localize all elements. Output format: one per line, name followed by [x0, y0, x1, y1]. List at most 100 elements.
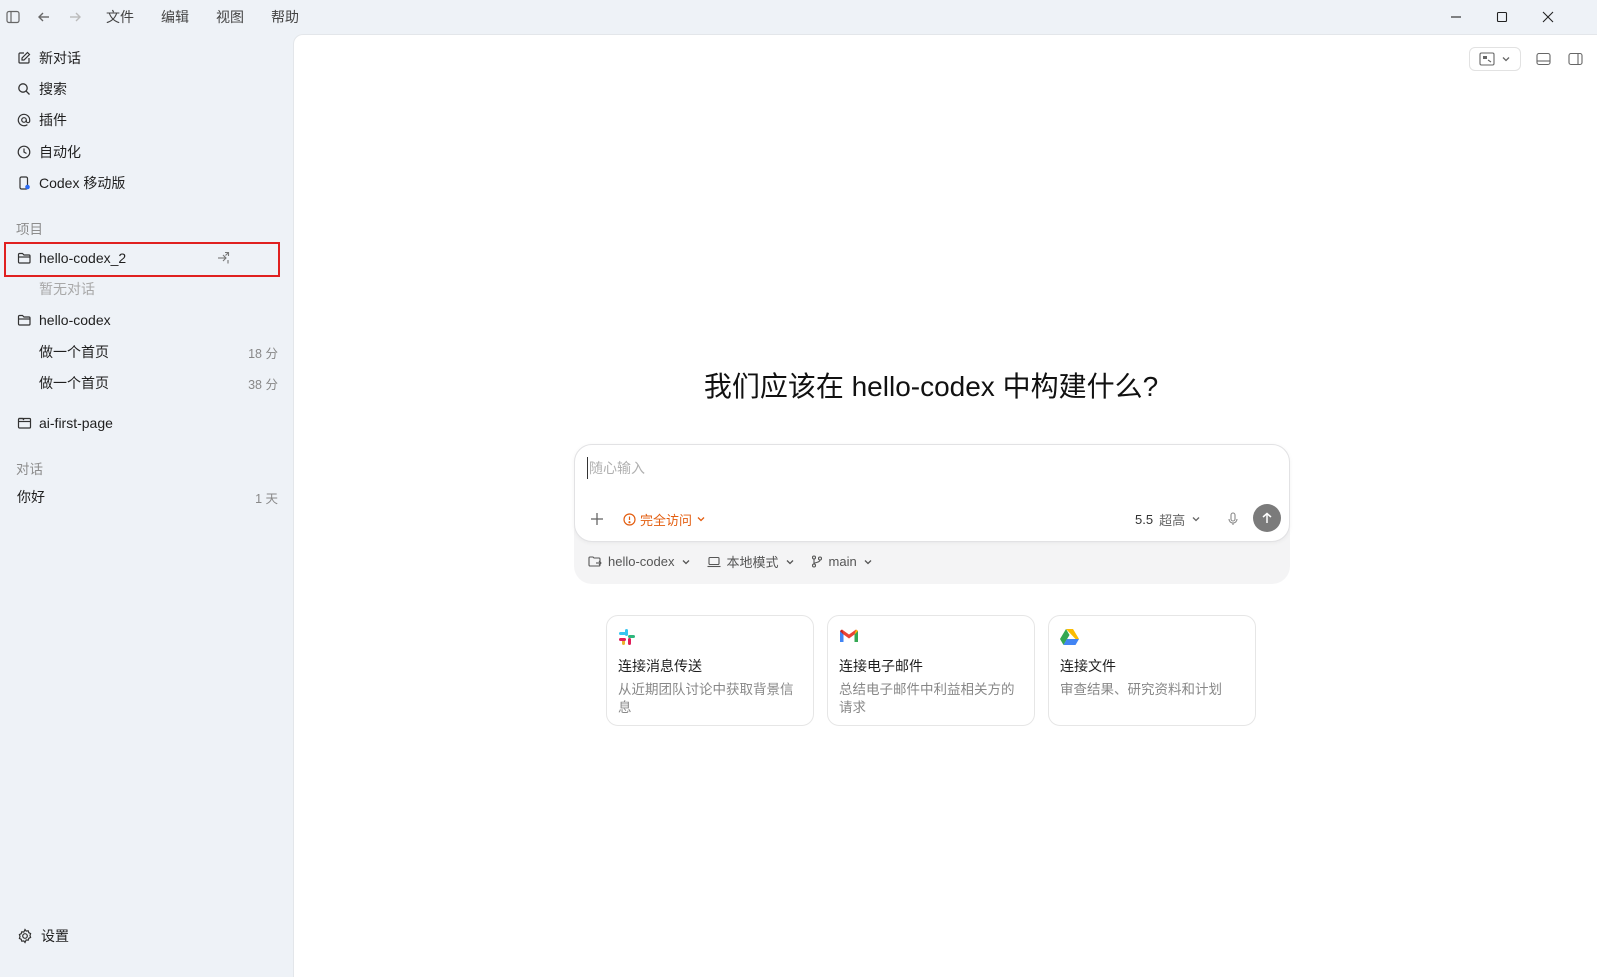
sidebar-item-label: Codex 移动版	[39, 175, 126, 191]
folder-icon	[16, 312, 32, 328]
chevron-down-icon	[1191, 514, 1201, 524]
menu-file[interactable]: 文件	[106, 7, 147, 27]
slack-logo-icon	[618, 628, 636, 646]
open-in-button[interactable]	[1469, 47, 1521, 71]
edit-icon	[16, 50, 32, 66]
mobile-icon	[16, 175, 32, 191]
project-ai-first-page[interactable]: ai-first-page	[8, 409, 284, 437]
card-connect-email[interactable]: 连接电子邮件 总结电子邮件中利益相关方的请求	[827, 615, 1035, 726]
sidebar-toggle-icon[interactable]	[4, 8, 22, 26]
menu-view[interactable]: 视图	[216, 7, 257, 27]
microphone-button[interactable]	[1223, 509, 1243, 529]
card-description: 总结电子邮件中利益相关方的请求	[839, 682, 1015, 715]
arrow-up-icon	[1261, 512, 1273, 524]
access-mode-label: 完全访问	[640, 512, 693, 528]
app-icon	[1479, 52, 1495, 66]
git-branch-icon	[811, 555, 823, 568]
menu-bar: 文件 编辑 视图 帮助	[106, 0, 326, 34]
projects-section-label: 项目	[16, 222, 43, 237]
thread-time: 38 分	[248, 377, 278, 392]
mode-selector[interactable]: 本地模式	[707, 552, 795, 571]
thread-title: 做一个首页	[39, 375, 109, 391]
warning-icon	[623, 512, 636, 526]
thread-title: 做一个首页	[39, 344, 109, 360]
menu-edit[interactable]: 编辑	[161, 7, 202, 27]
model-version: 5.5	[1135, 511, 1154, 527]
sidebar-item-label: 自动化	[39, 144, 81, 160]
thread-item[interactable]: 做一个首页 18 分	[8, 338, 284, 366]
terminal-toggle-icon[interactable]	[1533, 49, 1553, 69]
laptop-icon	[707, 556, 721, 568]
settings-button[interactable]: 设置	[8, 922, 69, 950]
prompt-input[interactable]	[587, 457, 1187, 479]
sidebar-item-label: 搜索	[39, 81, 67, 97]
card-title: 连接电子邮件	[839, 658, 923, 674]
chat-item[interactable]: 你好 1 天	[8, 483, 284, 511]
page-title: 我们应该在 hello-codex 中构建什么?	[703, 371, 1159, 402]
microphone-icon	[1227, 512, 1239, 526]
thread-time: 18 分	[248, 346, 278, 361]
chat-title: 你好	[17, 489, 45, 505]
chats-section-label: 对话	[16, 462, 43, 477]
sidebar-item-label: 新对话	[39, 50, 81, 66]
model-level: 超高	[1159, 512, 1186, 528]
chat-time: 1 天	[255, 491, 278, 506]
project-hello-codex[interactable]: hello-codex	[8, 306, 284, 334]
composer-footer: hello-codex 本地模式 main	[588, 552, 873, 571]
side-panel-toggle-icon[interactable]	[1565, 49, 1585, 69]
suggestion-cards: 连接消息传送 从近期团队讨论中获取背景信息 连接电子邮件 总结电子邮件中利益相关…	[606, 615, 1256, 726]
close-button[interactable]	[1525, 0, 1571, 34]
sidebar-item-plugins[interactable]: 插件	[8, 106, 284, 134]
sidebar-item-search[interactable]: 搜索	[8, 75, 284, 103]
card-connect-messaging[interactable]: 连接消息传送 从近期团队讨论中获取背景信息	[606, 615, 814, 726]
composer: 完全访问 5.5 超高	[574, 444, 1290, 542]
card-connect-files[interactable]: 连接文件 审查结果、研究资料和计划	[1048, 615, 1256, 726]
card-title: 连接文件	[1060, 658, 1116, 674]
chevron-down-icon	[863, 557, 873, 567]
highlight-box	[4, 242, 280, 277]
back-arrow-icon[interactable]	[35, 8, 53, 26]
send-button[interactable]	[1253, 504, 1281, 532]
access-mode-dropdown[interactable]: 完全访问	[623, 509, 706, 529]
sidebar-item-label: 插件	[39, 112, 67, 128]
empty-threads-text: 暂无对话	[39, 281, 95, 297]
chevron-down-icon	[696, 514, 706, 524]
model-selector[interactable]: 5.5 超高	[1135, 509, 1201, 529]
minimize-button[interactable]	[1433, 0, 1479, 34]
sidebar-item-codex-mobile[interactable]: Codex 移动版	[8, 169, 284, 197]
card-title: 连接消息传送	[618, 658, 702, 674]
project-name: hello-codex	[39, 312, 111, 328]
project-icon	[588, 555, 602, 568]
thread-item[interactable]: 做一个首页 38 分	[8, 369, 284, 397]
branch-selector[interactable]: main	[811, 554, 873, 569]
sidebar: 新对话 搜索 插件 自动化 Codex 移动版 项目 hello-codex_2	[0, 34, 293, 977]
branch-selector-label: main	[828, 554, 857, 569]
clock-icon	[16, 144, 32, 160]
maximize-button[interactable]	[1479, 0, 1525, 34]
chevron-down-icon	[1501, 54, 1511, 64]
project-name: ai-first-page	[39, 415, 113, 431]
sidebar-item-new-chat[interactable]: 新对话	[8, 44, 284, 72]
card-description: 审查结果、研究资料和计划	[1060, 682, 1222, 697]
settings-label: 设置	[41, 928, 69, 944]
folder-icon	[16, 415, 32, 431]
top-toolbar	[1469, 47, 1597, 71]
project-selector-label: hello-codex	[608, 554, 675, 569]
title-bar: 文件 编辑 视图 帮助	[0, 0, 1597, 34]
forward-arrow-icon[interactable]	[66, 8, 84, 26]
sidebar-item-automation[interactable]: 自动化	[8, 138, 284, 166]
main-panel: 我们应该在 hello-codex 中构建什么? 完全访问 5.5 超高	[293, 34, 1597, 977]
gear-icon	[16, 928, 33, 945]
chevron-down-icon	[681, 557, 691, 567]
chevron-down-icon	[785, 557, 795, 567]
add-attachment-button[interactable]	[587, 509, 607, 529]
search-icon	[16, 81, 32, 97]
mode-selector-label: 本地模式	[726, 555, 779, 570]
project-selector[interactable]: hello-codex	[588, 554, 691, 569]
composer-container: 完全访问 5.5 超高	[574, 444, 1290, 584]
card-description: 从近期团队讨论中获取背景信息	[618, 682, 794, 715]
menu-help[interactable]: 帮助	[271, 7, 312, 27]
gmail-logo-icon	[839, 628, 858, 646]
google-drive-logo-icon	[1060, 628, 1079, 646]
at-icon	[16, 112, 32, 128]
